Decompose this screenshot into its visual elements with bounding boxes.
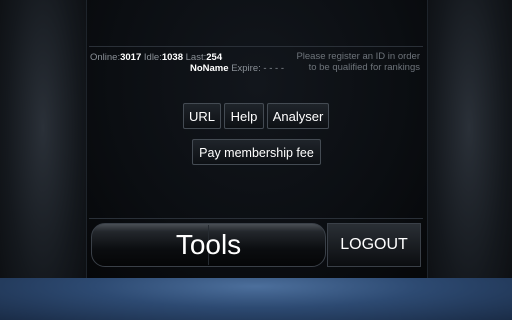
url-button[interactable]: URL (183, 103, 221, 129)
pay-membership-fee-button[interactable]: Pay membership fee (192, 139, 321, 165)
notice-line-1: Please register an ID in order (296, 51, 420, 62)
tools-label: Tools (175, 229, 242, 260)
top-divider (89, 46, 423, 47)
bottom-divider (89, 218, 423, 219)
last-count: 254 (206, 52, 223, 63)
background-right (426, 0, 512, 320)
online-label: Online: (90, 52, 121, 63)
analyser-button[interactable]: Analyser (267, 103, 329, 129)
server-stats: Online:3017 Idle:1038 Last:254 (90, 52, 222, 63)
expire-label: Expire: (231, 63, 261, 74)
idle-count: 1038 (161, 52, 183, 63)
help-button[interactable]: Help (224, 103, 264, 129)
logout-button[interactable]: LOGOUT (327, 223, 421, 267)
tools-button[interactable]: Tools (91, 223, 326, 267)
username: NoName (190, 63, 229, 74)
background-left (0, 0, 86, 320)
background-snow (0, 278, 512, 320)
online-count: 3017 (120, 52, 142, 63)
notice-line-2: to be qualified for rankings (308, 61, 420, 73)
register-notice: Please register an ID in order to be qua… (270, 51, 420, 73)
idle-label: Idle: (143, 52, 162, 63)
last-label: Last: (185, 52, 207, 63)
